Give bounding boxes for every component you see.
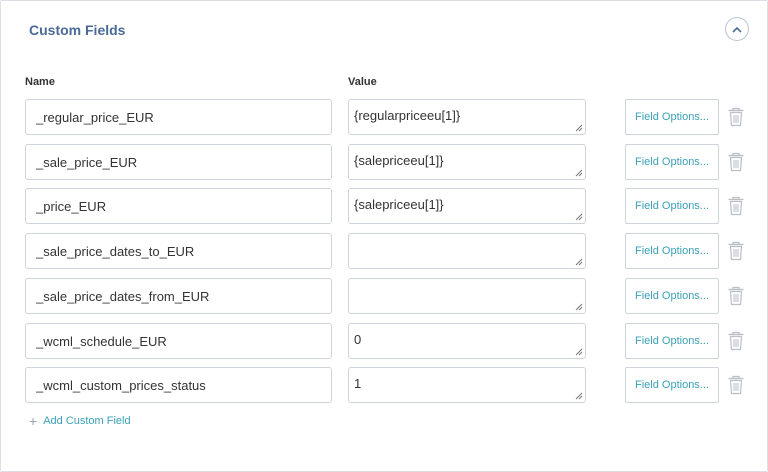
chevron-up-icon — [732, 26, 742, 33]
custom-field-row: Field Options... — [1, 278, 767, 314]
field-name-input[interactable] — [25, 367, 332, 403]
trash-icon[interactable] — [727, 152, 745, 172]
add-custom-field-label: Add Custom Field — [43, 415, 131, 427]
section-title: Custom Fields — [29, 22, 126, 38]
field-name-input[interactable] — [25, 233, 332, 269]
field-value-input[interactable]: 1 — [348, 367, 586, 403]
custom-field-row: {salepriceeu[1]} Field Options... — [1, 144, 767, 180]
field-name-input[interactable] — [25, 188, 332, 224]
field-value-input[interactable]: {salepriceeu[1]} — [348, 144, 586, 180]
field-options-button[interactable]: Field Options... — [625, 99, 719, 135]
field-value-input[interactable] — [348, 233, 586, 269]
custom-field-row: {regularpriceeu[1]} Field Options... — [1, 99, 767, 135]
field-value-input[interactable]: {salepriceeu[1]} — [348, 188, 586, 224]
field-options-button[interactable]: Field Options... — [625, 233, 719, 269]
custom-fields-panel: Custom Fields Name Value {regularpriceeu… — [0, 0, 768, 472]
custom-field-row: 0 Field Options... — [1, 323, 767, 359]
field-value-input[interactable] — [348, 278, 586, 314]
custom-field-row: Field Options... — [1, 233, 767, 269]
field-options-button[interactable]: Field Options... — [625, 144, 719, 180]
add-custom-field-button[interactable]: + Add Custom Field — [29, 414, 131, 428]
field-name-input[interactable] — [25, 99, 332, 135]
custom-field-row: 1 Field Options... — [1, 367, 767, 403]
plus-icon: + — [29, 413, 38, 429]
field-value-input[interactable]: {regularpriceeu[1]} — [348, 99, 586, 135]
name-column-header: Name — [25, 76, 55, 88]
trash-icon[interactable] — [727, 241, 745, 261]
field-options-button[interactable]: Field Options... — [625, 188, 719, 224]
field-name-input[interactable] — [25, 278, 332, 314]
trash-icon[interactable] — [727, 286, 745, 306]
field-name-input[interactable] — [25, 144, 332, 180]
trash-icon[interactable] — [727, 331, 745, 351]
field-value-input[interactable]: 0 — [348, 323, 586, 359]
collapse-button[interactable] — [725, 17, 749, 41]
field-name-input[interactable] — [25, 323, 332, 359]
trash-icon[interactable] — [727, 107, 745, 127]
field-options-button[interactable]: Field Options... — [625, 323, 719, 359]
value-column-header: Value — [348, 76, 377, 88]
field-options-button[interactable]: Field Options... — [625, 367, 719, 403]
trash-icon[interactable] — [727, 196, 745, 216]
custom-field-row: {salepriceeu[1]} Field Options... — [1, 188, 767, 224]
field-options-button[interactable]: Field Options... — [625, 278, 719, 314]
trash-icon[interactable] — [727, 375, 745, 395]
